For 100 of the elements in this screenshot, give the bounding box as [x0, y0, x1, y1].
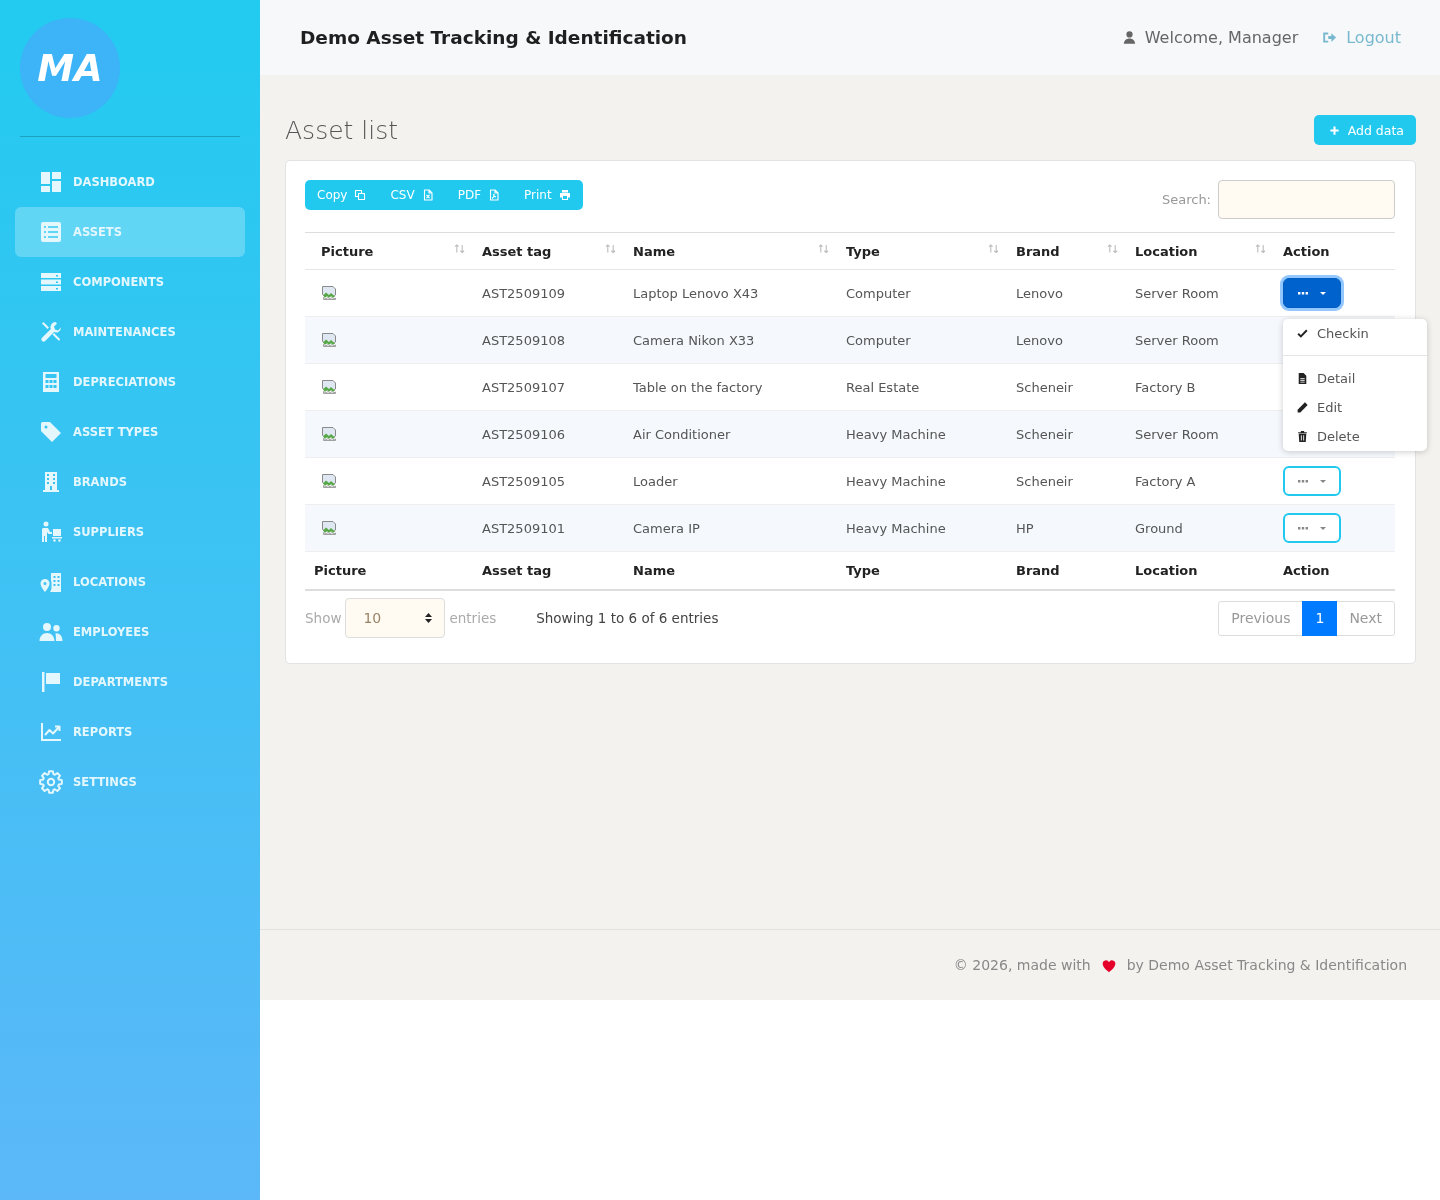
sort-icon[interactable]: [818, 243, 829, 253]
action-menu-button[interactable]: [1283, 466, 1341, 496]
column-header[interactable]: Location: [1135, 243, 1198, 259]
page-title: Asset list: [285, 115, 398, 145]
action-menu-button[interactable]: [1283, 513, 1341, 543]
caret-icon: [1320, 479, 1326, 483]
sort-icon[interactable]: [605, 243, 616, 253]
pagination-button[interactable]: Previous: [1218, 600, 1304, 636]
column-footer: Name: [618, 551, 831, 590]
sort-icon[interactable]: [454, 243, 465, 253]
trash-icon: [1296, 430, 1309, 443]
table-cell: AST2509108: [467, 316, 618, 364]
settings-icon: [39, 770, 63, 794]
logout-icon: [1322, 30, 1338, 45]
table-cell: AST2509107: [467, 363, 618, 411]
pencil-icon: [1296, 401, 1309, 414]
updown-caret-icon: [425, 613, 433, 623]
menu-item[interactable]: Detail: [1283, 364, 1427, 393]
table-cell: AST2509109: [467, 269, 618, 317]
copy-button[interactable]: Copy: [305, 180, 379, 210]
sidebar-item[interactable]: ASSET TYPES: [15, 407, 245, 457]
person-cart-icon: [39, 520, 63, 544]
column-header[interactable]: Type: [846, 243, 880, 259]
credit-text: by Demo Asset Tracking & Identification: [1126, 957, 1407, 973]
table-cell: Ground: [1120, 504, 1268, 552]
csv-button[interactable]: CSV: [378, 180, 446, 210]
broken-image-icon: [321, 473, 337, 489]
column-header[interactable]: Brand: [1016, 243, 1060, 259]
sidebar-item[interactable]: REPORTS: [15, 707, 245, 757]
sidebar-item[interactable]: DASHBOARD: [15, 157, 245, 207]
flag-icon: [39, 670, 63, 694]
sort-icon[interactable]: [1107, 243, 1118, 253]
add-data-button[interactable]: Add data: [1313, 115, 1416, 145]
pin-building-icon: [39, 570, 63, 594]
sidebar-item[interactable]: DEPRECIATIONS: [15, 357, 245, 407]
pagination-button[interactable]: 1: [1302, 600, 1338, 636]
sidebar-item[interactable]: BRANDS: [15, 457, 245, 507]
table-cell: AST2509101: [467, 504, 618, 552]
column-footer: Picture: [305, 551, 467, 590]
sidebar-item[interactable]: COMPONENTS: [15, 257, 245, 307]
menu-item[interactable]: Checkin: [1283, 319, 1427, 348]
table-cell: HP: [1001, 504, 1120, 552]
table-cell: Server Room: [1120, 316, 1268, 364]
heart-icon: [1100, 957, 1117, 973]
broken-image-icon: [321, 379, 337, 395]
sidebar-item[interactable]: DEPARTMENTS: [15, 657, 245, 707]
sidebar-item[interactable]: SUPPLIERS: [15, 507, 245, 557]
table-cell: AST2509105: [467, 457, 618, 505]
copyright-text: © 2026, made with: [953, 957, 1091, 973]
tag-icon: [39, 420, 63, 444]
menu-item[interactable]: Edit: [1283, 393, 1427, 422]
entries-select[interactable]: 10: [345, 598, 446, 638]
table-cell: Loader: [618, 457, 831, 505]
server-icon: [39, 270, 63, 294]
dashboard-icon: [39, 170, 63, 194]
table-cell: Scheneir: [1001, 457, 1120, 505]
menu-item[interactable]: Delete: [1283, 422, 1427, 451]
check-icon: [1296, 327, 1309, 340]
column-header[interactable]: Picture: [321, 243, 374, 259]
table-cell: Factory A: [1120, 457, 1268, 505]
more-icon: [1298, 526, 1308, 530]
table-cell: AST2509106: [467, 410, 618, 458]
logout-link[interactable]: Logout: [1322, 28, 1401, 47]
broken-image-icon: [321, 332, 337, 348]
line-chart-icon: [39, 720, 63, 744]
table-cell: Air Conditioner: [618, 410, 831, 458]
sidebar-item[interactable]: EMPLOYEES: [15, 607, 245, 657]
entries-label: entries: [449, 610, 497, 626]
pagination-button[interactable]: Next: [1336, 600, 1395, 636]
pdf-button[interactable]: PDF: [445, 180, 513, 210]
users-icon: [39, 620, 63, 644]
broken-image-icon: [321, 520, 337, 536]
table-cell: Lenovo: [1001, 316, 1120, 364]
table-cell: Factory B: [1120, 363, 1268, 411]
column-footer: Location: [1120, 551, 1268, 590]
sidebar-item[interactable]: ASSETS: [15, 207, 245, 257]
welcome-text: Welcome, Manager: [1144, 28, 1299, 47]
user-icon: [1121, 30, 1137, 45]
sidebar-item[interactable]: MAINTENANCES: [15, 307, 245, 357]
broken-image-icon: [321, 285, 337, 301]
sort-icon[interactable]: [988, 243, 999, 253]
table-cell: Server Room: [1120, 410, 1268, 458]
action-menu-button[interactable]: [1283, 278, 1341, 308]
show-label: Show: [305, 610, 342, 626]
pdf-file-icon: [488, 189, 501, 201]
table-cell: Lenovo: [1001, 269, 1120, 317]
search-field[interactable]: [1218, 180, 1395, 219]
table-cell: Computer: [831, 269, 1001, 317]
column-header[interactable]: Asset tag: [482, 243, 552, 259]
table-cell: Server Room: [1120, 269, 1268, 317]
table-cell: Heavy Machine: [831, 504, 1001, 552]
sidebar-item[interactable]: LOCATIONS: [15, 557, 245, 607]
plus-icon: [1328, 124, 1340, 136]
sidebar-item[interactable]: SETTINGS: [15, 757, 245, 807]
column-footer: Type: [831, 551, 1001, 590]
logo: MA: [20, 18, 120, 118]
document-icon: [1296, 372, 1309, 385]
column-header[interactable]: Name: [633, 243, 675, 259]
sort-icon[interactable]: [1255, 243, 1266, 253]
print-button[interactable]: Print: [512, 180, 583, 210]
